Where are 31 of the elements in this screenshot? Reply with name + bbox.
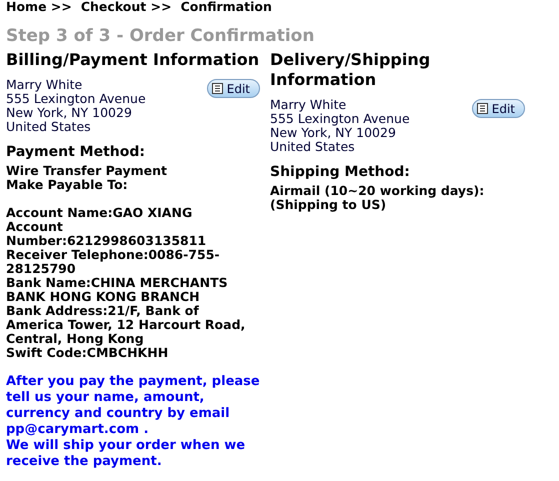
method-text: Airmail (10~20 working days):(Shipping to US) [270, 184, 486, 212]
address-line: United States [6, 120, 92, 134]
list-icon [212, 83, 223, 94]
account-detail: Bank Address:21/F, Bank of America Tower, 12 Harcourt Road, Central, Hong Kong [6, 304, 246, 346]
breadcrumb-link[interactable]: Checkout >> [80, 0, 172, 14]
payment-note: After you pay the payment, please tell us your name, amount, currency and country by email pp@carymart.com . [6, 374, 260, 438]
account-detail: Bank Name:CHINA MERCHANTS BANK HONG KONG BRANCH [6, 276, 229, 304]
address-line: Marry White [270, 98, 348, 112]
breadcrumb-link[interactable]: Home >> [6, 0, 72, 14]
address-line: 555 Lexington Avenue [270, 112, 410, 126]
address-line: United States [270, 140, 356, 154]
method-text: Wire Transfer Payment [6, 164, 168, 178]
method-heading: Payment Method: [6, 143, 146, 161]
edit-button[interactable]: Edit [472, 99, 525, 118]
edit-button[interactable]: Edit [206, 79, 260, 98]
address-line: New York, NY 10029 [270, 126, 397, 140]
section-heading: Delivery/Shipping Information [270, 50, 432, 90]
address-line: 555 Lexington Avenue [6, 92, 146, 106]
method-text: Make Payable To: [6, 178, 128, 192]
account-detail: Account Name:GAO XIANG [6, 206, 194, 220]
address-line: New York, NY 10029 [6, 106, 133, 120]
account-detail: Swift Code:CMBCHKHH [6, 346, 170, 360]
account-detail: Account Number:6212998603135811 [6, 220, 208, 248]
payment-note: We will ship your order when we receive the payment. [6, 438, 246, 470]
method-heading: Shipping Method: [270, 163, 411, 181]
list-icon [476, 103, 488, 114]
step-title: Step 3 of 3 - Order Confirmation [6, 25, 316, 47]
address-line: Marry White [6, 78, 84, 92]
account-detail: Receiver Telephone:0086-755-28125790 [6, 248, 221, 276]
breadcrumb-link[interactable]: Confirmation [180, 0, 272, 14]
section-heading: Billing/Payment Information [6, 50, 260, 70]
